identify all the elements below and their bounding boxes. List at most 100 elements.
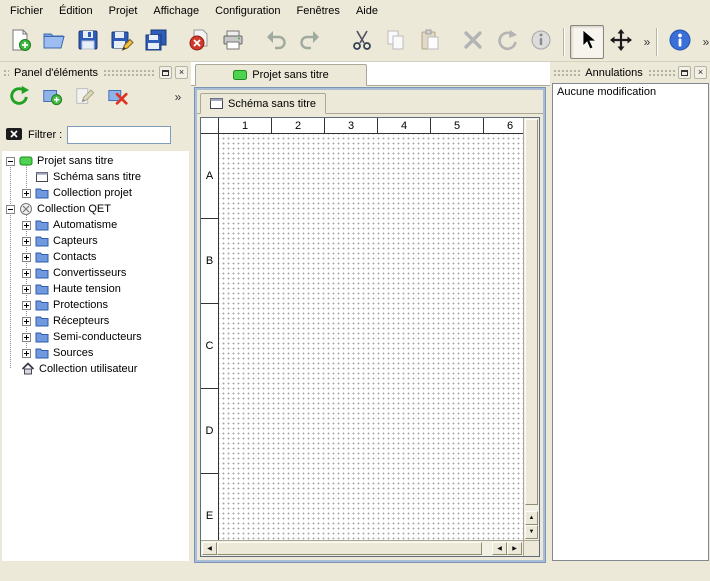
horizontal-scrollbar-thumb[interactable] xyxy=(217,542,482,555)
save-button[interactable] xyxy=(71,25,105,59)
tree-item-collection-projet[interactable]: Collection projet xyxy=(2,185,189,201)
ruler-corner xyxy=(201,118,219,134)
expand-expander-icon[interactable] xyxy=(22,189,31,198)
tree-item-automatisme[interactable]: Automatisme xyxy=(2,217,189,233)
horizontal-scrollbar[interactable]: ◀ ◀ ▶ xyxy=(201,540,523,556)
tree-item-capteurs[interactable]: Capteurs xyxy=(2,233,189,249)
elements-panel-titlebar[interactable]: Panel d'éléments × xyxy=(0,64,191,81)
folder-icon xyxy=(35,186,49,200)
menu-fenetres[interactable]: Fenêtres xyxy=(289,2,348,20)
expand-expander-icon[interactable] xyxy=(22,317,31,326)
tree-item-collection-utilisateur[interactable]: Collection utilisateur xyxy=(2,361,189,377)
close-button[interactable]: × xyxy=(694,66,707,79)
dock-handle[interactable] xyxy=(553,69,580,77)
expand-expander-icon[interactable] xyxy=(22,301,31,310)
float-button[interactable] xyxy=(678,66,691,79)
expand-expander-icon[interactable] xyxy=(22,237,31,246)
close-project-button[interactable] xyxy=(182,25,216,59)
rotate-button[interactable] xyxy=(490,25,524,59)
reload-collections-button[interactable] xyxy=(5,83,33,111)
folder-icon xyxy=(35,330,49,344)
undo-history-list[interactable]: Aucune modification xyxy=(552,83,709,561)
whats-this-button[interactable] xyxy=(663,25,697,59)
scroll-up-button[interactable]: ▲ xyxy=(525,511,538,525)
copy-button[interactable] xyxy=(379,25,413,59)
collapse-expander-icon[interactable] xyxy=(6,157,15,166)
dock-handle[interactable] xyxy=(3,69,9,77)
clear-filter-icon xyxy=(5,126,23,145)
tree-item-protections[interactable]: Protections xyxy=(2,297,189,313)
menu-aide[interactable]: Aide xyxy=(348,2,386,20)
open-button[interactable] xyxy=(37,25,71,59)
project-child-window: Schéma sans titre 1 2 3 4 5 6 A xyxy=(195,88,545,562)
expand-expander-icon[interactable] xyxy=(22,349,31,358)
menu-fichier[interactable]: Fichier xyxy=(2,2,51,20)
expand-expander-icon[interactable] xyxy=(22,269,31,278)
vertical-scrollbar-thumb[interactable] xyxy=(525,119,538,505)
tree-item-collection-qet[interactable]: Collection QET xyxy=(2,201,189,217)
menu-edition[interactable]: Édition xyxy=(51,2,101,20)
close-button[interactable]: × xyxy=(175,66,188,79)
paste-button[interactable] xyxy=(413,25,447,59)
expand-expander-icon[interactable] xyxy=(22,333,31,342)
expand-expander-icon[interactable] xyxy=(22,221,31,230)
tab-schema-sans-titre[interactable]: Schéma sans titre xyxy=(200,93,326,114)
expand-expander-icon[interactable] xyxy=(22,285,31,294)
arrow-right-icon: ▶ xyxy=(512,546,517,552)
float-button[interactable] xyxy=(159,66,172,79)
undo-panel-titlebar[interactable]: Annulations × xyxy=(550,64,710,81)
folder-icon xyxy=(35,314,49,328)
undo-button[interactable] xyxy=(259,25,293,59)
tree-item-convertisseurs[interactable]: Convertisseurs xyxy=(2,265,189,281)
dock-handle[interactable] xyxy=(648,69,675,77)
scroll-right-button[interactable]: ▶ xyxy=(507,542,522,555)
tree-item-label: Récepteurs xyxy=(53,315,109,327)
scroll-left-button[interactable]: ◀ xyxy=(202,542,217,555)
save-all-button[interactable] xyxy=(139,25,173,59)
delete-element-button[interactable] xyxy=(104,83,132,111)
info-button[interactable] xyxy=(524,25,558,59)
tree-item-sources[interactable]: Sources xyxy=(2,345,189,361)
save-all-icon xyxy=(144,28,168,55)
elements-panel-toolbar: » xyxy=(0,81,191,113)
filter-input[interactable] xyxy=(67,126,171,144)
new-document-button[interactable] xyxy=(3,25,37,59)
new-document-icon xyxy=(8,28,32,55)
vertical-scrollbar[interactable]: ▲ ▼ xyxy=(523,118,539,540)
menu-affichage[interactable]: Affichage xyxy=(145,2,207,20)
row-header: D xyxy=(201,389,218,474)
tree-item-project[interactable]: Projet sans titre xyxy=(2,153,189,169)
redo-icon xyxy=(298,28,322,55)
arrow-left-icon: ◀ xyxy=(497,546,502,552)
select-tool-button[interactable] xyxy=(570,25,604,59)
tree-item-semi-conducteurs[interactable]: Semi-conducteurs xyxy=(2,329,189,345)
collapse-expander-icon[interactable] xyxy=(6,205,15,214)
clear-filter-button[interactable] xyxy=(5,127,23,143)
save-as-button[interactable] xyxy=(105,25,139,59)
expand-expander-icon[interactable] xyxy=(22,253,31,262)
new-element-button[interactable] xyxy=(38,83,66,111)
toolbar-overflow-button[interactable]: » xyxy=(638,25,656,59)
cut-button[interactable] xyxy=(345,25,379,59)
scroll-left-button-2[interactable]: ◀ xyxy=(492,542,507,555)
panel-toolbar-overflow-button[interactable]: » xyxy=(170,83,186,111)
tree-item-schema[interactable]: Schéma sans titre xyxy=(2,169,189,185)
tab-projet-sans-titre[interactable]: Projet sans titre xyxy=(195,64,367,86)
tree-item-label: Automatisme xyxy=(53,219,117,231)
menu-configuration[interactable]: Configuration xyxy=(207,2,288,20)
print-button[interactable] xyxy=(216,25,250,59)
tree-item-recepteurs[interactable]: Récepteurs xyxy=(2,313,189,329)
schema-canvas[interactable] xyxy=(219,134,523,540)
move-icon xyxy=(609,28,633,55)
delete-button[interactable] xyxy=(456,25,490,59)
menu-projet[interactable]: Projet xyxy=(101,2,146,20)
dock-handle[interactable] xyxy=(103,69,156,77)
redo-button[interactable] xyxy=(293,25,327,59)
move-tool-button[interactable] xyxy=(604,25,638,59)
tree-item-haute-tension[interactable]: Haute tension xyxy=(2,281,189,297)
toolbar-overflow-button-2[interactable]: » xyxy=(697,25,710,59)
edit-element-button[interactable] xyxy=(71,83,99,111)
tree-item-contacts[interactable]: Contacts xyxy=(2,249,189,265)
scroll-down-button[interactable]: ▼ xyxy=(525,525,538,539)
folder-icon xyxy=(35,346,49,360)
